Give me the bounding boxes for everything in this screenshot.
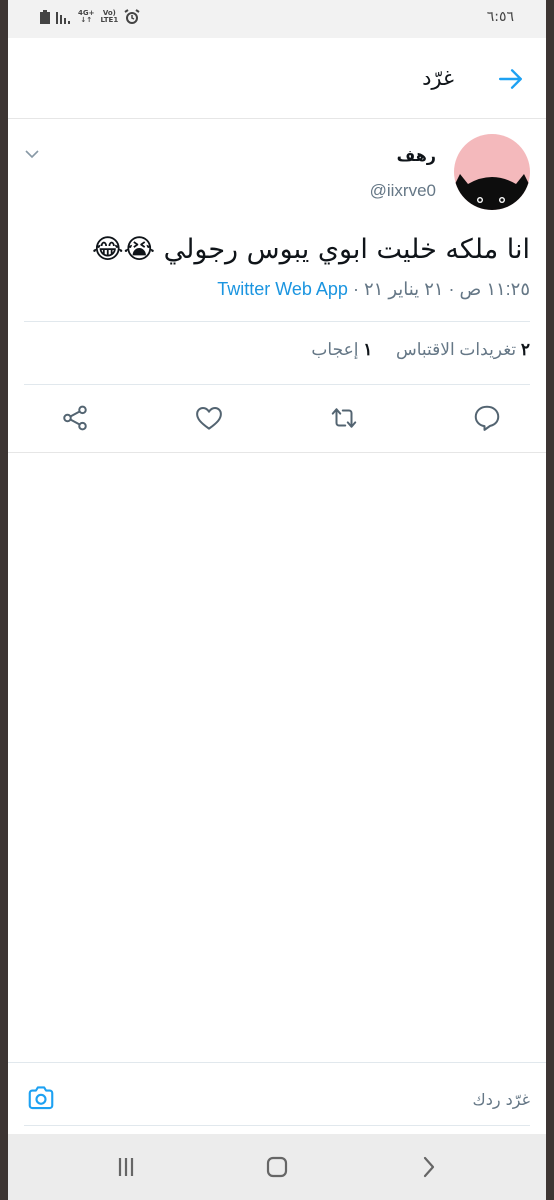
likes-stat[interactable]: ١ إعجاب [311,340,372,359]
home-icon[interactable] [262,1152,292,1182]
screen: 4G+ ↓↑ Vo) LTE1 ٦:٥٦ غرّد رهف @iixrve0 ا… [8,0,546,1200]
reply-input[interactable] [110,1085,530,1113]
tweet-time: ١١:٢٥ ص [459,279,530,299]
reply-underline [24,1125,530,1126]
divider [24,321,530,322]
arrow-right-icon[interactable] [498,66,524,92]
signal-icon [56,12,70,24]
cat-avatar-image [454,174,530,210]
retweet-icon[interactable] [329,403,359,433]
avatar[interactable] [454,134,530,210]
alarm-icon [124,9,140,24]
tweet-actions [8,395,546,443]
data-arrows: ↓↑ [80,16,93,24]
system-nav-bar [8,1134,546,1200]
share-icon[interactable] [60,403,90,433]
tweet-source-link[interactable]: Twitter Web App [217,279,348,299]
retweets-stat[interactable]: ٢ تغريدات الاقتباس [391,340,530,359]
meta-separator: · [443,279,455,299]
user-handle[interactable]: @iixrve0 [370,181,436,201]
retweets-label: تغريدات الاقتباس [395,340,517,359]
header: غرّد [8,38,546,119]
display-name[interactable]: رهف [397,146,436,165]
section-divider [8,452,546,453]
meta-separator-2: · [352,279,359,299]
status-time: ٦:٥٦ [486,9,514,25]
retweets-count: ٢ [520,340,530,359]
battery-icon [40,10,50,24]
tweet-text: انا ملكه خليت ابوي يبوس رجولي 😭😂 [92,234,530,265]
tweet-stats: ٢ تغريدات الاقتباس ١ إعجاب [311,340,530,360]
like-icon[interactable] [194,403,224,433]
chevron-down-icon[interactable] [24,146,40,162]
likes-count: ١ [363,340,373,359]
volte-icon: Vo) LTE1 [100,10,118,24]
divider [24,384,530,385]
reply-icon[interactable] [472,403,502,433]
lte-label: LTE1 [100,16,119,24]
recents-icon[interactable] [111,1152,141,1182]
status-bar: 4G+ ↓↑ Vo) LTE1 ٦:٥٦ [8,0,546,38]
tweet-date: ٢١ يناير ٢١ [363,279,444,299]
camera-icon[interactable] [26,1083,56,1113]
likes-label: إعجاب [311,340,359,359]
tweet-meta: ١١:٢٥ ص · ٢١ يناير ٢١ · Twitter Web App [217,279,530,300]
back-icon[interactable] [414,1152,444,1182]
page-title: غرّد [422,66,454,90]
network-type: 4G+ ↓↑ [78,10,94,24]
status-icons: 4G+ ↓↑ Vo) LTE1 [40,9,140,25]
reply-bar [8,1062,546,1135]
